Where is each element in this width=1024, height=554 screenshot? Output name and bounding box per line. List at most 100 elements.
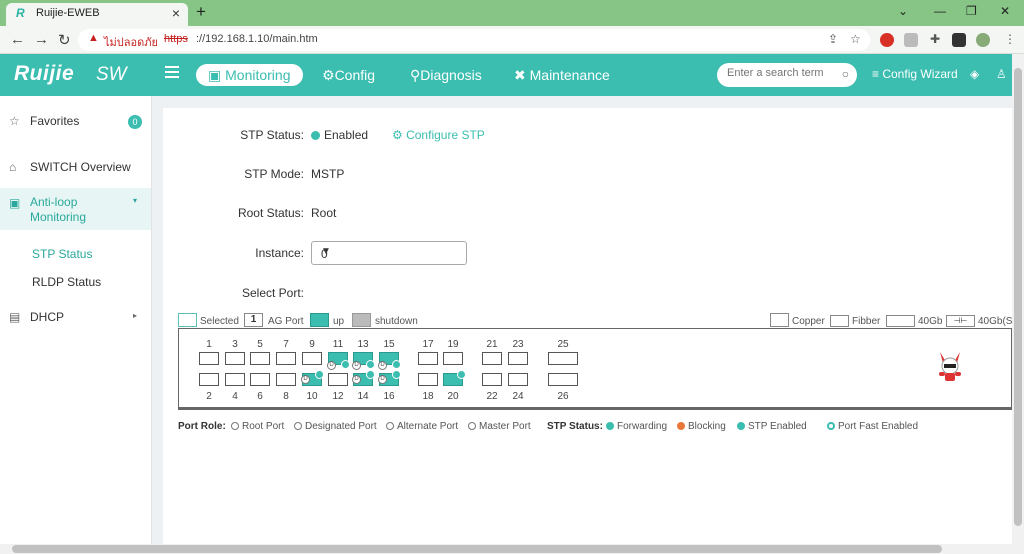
reload-icon[interactable]: ↻ bbox=[58, 31, 71, 49]
port-18[interactable] bbox=[418, 373, 438, 386]
port-number: 17 bbox=[422, 339, 434, 350]
vertical-scrollbar[interactable] bbox=[1012, 54, 1024, 544]
scrollbar-thumb[interactable] bbox=[1014, 68, 1022, 526]
nav-maintenance[interactable]: ✖ Maintenance bbox=[514, 64, 610, 86]
forwarding-icon bbox=[366, 370, 375, 379]
sidebar-item-dhcp[interactable]: ▤ DHCP ▸ bbox=[0, 310, 151, 328]
horizontal-scrollbar[interactable] bbox=[0, 544, 1024, 554]
sidebar-item-rldp-status[interactable]: RLDP Status bbox=[0, 275, 151, 293]
port-17[interactable] bbox=[418, 352, 438, 365]
share-icon[interactable]: ⇪ bbox=[828, 32, 838, 46]
menu-toggle-icon[interactable] bbox=[165, 66, 179, 78]
sidebar-icon[interactable] bbox=[952, 33, 966, 47]
scrollbar-thumb[interactable] bbox=[12, 545, 942, 553]
port-number: 7 bbox=[283, 339, 289, 350]
legend-ag-port: AG Port bbox=[268, 316, 304, 327]
port-number: 12 bbox=[332, 391, 344, 402]
url-field[interactable]: ▲ ไม่ปลอดภัย https ://192.168.1.10/main.… bbox=[78, 29, 870, 51]
port-26[interactable] bbox=[548, 373, 578, 386]
port-19[interactable] bbox=[443, 352, 463, 365]
back-icon[interactable]: ← bbox=[10, 31, 25, 48]
browser-tab[interactable]: R Ruijie-EWEB × bbox=[6, 3, 188, 26]
check-circle-icon bbox=[311, 131, 320, 140]
port-number: 5 bbox=[257, 339, 263, 350]
port-5[interactable] bbox=[250, 352, 270, 365]
stp-status-heading: STP Status: bbox=[547, 421, 603, 432]
sidebar: ☆ Favorites 0 ⌂ SWITCH Overview ▣ Anti-l… bbox=[0, 96, 152, 544]
port-25[interactable] bbox=[548, 352, 578, 365]
user-icon[interactable]: ♙ bbox=[996, 67, 1007, 81]
kebab-menu-icon[interactable]: ⋮ bbox=[1004, 32, 1016, 46]
opera-extension-icon[interactable] bbox=[880, 33, 894, 47]
gear-icon: ⚙ bbox=[322, 67, 335, 83]
search-input[interactable] bbox=[727, 67, 832, 79]
restore-icon[interactable]: ❐ bbox=[966, 4, 977, 18]
config-wizard-button[interactable]: ≡ Config Wizard bbox=[872, 67, 958, 81]
master-port-icon bbox=[468, 422, 476, 430]
close-icon[interactable]: × bbox=[172, 5, 180, 21]
nav-monitoring[interactable]: ▣ Monitoring bbox=[196, 64, 303, 86]
port-24[interactable] bbox=[508, 373, 528, 386]
puzzle-icon[interactable]: ✚ bbox=[930, 32, 940, 46]
port-9[interactable] bbox=[302, 352, 322, 365]
port-number: 14 bbox=[357, 391, 369, 402]
port-number: 13 bbox=[357, 339, 369, 350]
new-tab-button[interactable]: + bbox=[196, 2, 206, 22]
nav-config[interactable]: ⚙Config bbox=[322, 64, 375, 86]
port-number: 1 bbox=[206, 339, 212, 350]
legend-forwarding: Forwarding bbox=[606, 421, 667, 432]
legend-shutdown: shutdown bbox=[375, 316, 418, 327]
search-box[interactable]: ○ bbox=[717, 63, 857, 87]
search-icon[interactable]: ○ bbox=[842, 67, 849, 81]
legend-root-port: Root Port bbox=[231, 421, 284, 432]
up-port-swatch bbox=[310, 313, 329, 327]
sidebar-item-stp-status[interactable]: STP Status bbox=[0, 247, 151, 265]
sidebar-item-anti-loop-monitoring[interactable]: ▣ Anti-loop Monitoring ▾ bbox=[0, 188, 151, 230]
minimize-icon[interactable]: — bbox=[934, 4, 946, 18]
mascot-icon bbox=[939, 352, 961, 381]
close-window-icon[interactable]: ✕ bbox=[1000, 4, 1010, 18]
port-8[interactable] bbox=[276, 373, 296, 386]
selected-port-swatch bbox=[178, 313, 197, 327]
port-number: 9 bbox=[309, 339, 315, 350]
forwarding-icon bbox=[341, 360, 350, 369]
diagnosis-icon: ⚲ bbox=[410, 67, 421, 83]
port-number: 24 bbox=[512, 391, 524, 402]
product-name: SW bbox=[96, 64, 127, 85]
configure-stp-link[interactable]: ⚙ Configure STP bbox=[392, 128, 485, 142]
legend-40gb-s: 40Gb(S bbox=[978, 316, 1013, 327]
alternate-port-icon bbox=[386, 422, 394, 430]
port-22[interactable] bbox=[482, 373, 502, 386]
layers-icon[interactable]: ◈ bbox=[970, 67, 979, 81]
port-number: 8 bbox=[283, 391, 289, 402]
extension-icon[interactable] bbox=[904, 33, 918, 47]
port-number: 25 bbox=[557, 339, 569, 350]
monitor-icon: ▣ bbox=[208, 67, 226, 83]
nav-diagnosis[interactable]: ⚲Diagnosis bbox=[410, 64, 482, 86]
port-7[interactable] bbox=[276, 352, 296, 365]
port-number: 15 bbox=[383, 339, 395, 350]
copper-port-swatch bbox=[770, 313, 789, 327]
bookmark-star-icon[interactable]: ☆ bbox=[850, 32, 861, 46]
port-number: 21 bbox=[486, 339, 498, 350]
port-21[interactable] bbox=[482, 352, 502, 365]
port-3[interactable] bbox=[225, 352, 245, 365]
port-1[interactable] bbox=[199, 352, 219, 365]
forward-icon[interactable]: → bbox=[34, 31, 49, 48]
sidebar-item-switch-overview[interactable]: ⌂ SWITCH Overview bbox=[0, 160, 151, 180]
app-header: Ruijie SW ▣ Monitoring ⚙Config ⚲Diagnosi… bbox=[0, 54, 1012, 96]
instance-select[interactable]: 0 ▼ bbox=[311, 241, 467, 265]
port-2[interactable] bbox=[199, 373, 219, 386]
legend-up: up bbox=[333, 316, 345, 327]
profile-avatar[interactable] bbox=[976, 33, 990, 47]
url-text: ://192.168.1.10/main.htm bbox=[196, 33, 318, 45]
port-6[interactable] bbox=[250, 373, 270, 386]
port-role-heading: Port Role: bbox=[178, 421, 226, 432]
designated-port-marker: D bbox=[327, 361, 336, 370]
port-23[interactable] bbox=[508, 352, 528, 365]
port-4[interactable] bbox=[225, 373, 245, 386]
root-status-label: Root Status: bbox=[237, 206, 304, 220]
designated-port-marker: D bbox=[352, 375, 361, 384]
port-12[interactable] bbox=[328, 373, 348, 386]
chevron-down-icon[interactable]: ⌄ bbox=[898, 4, 908, 18]
